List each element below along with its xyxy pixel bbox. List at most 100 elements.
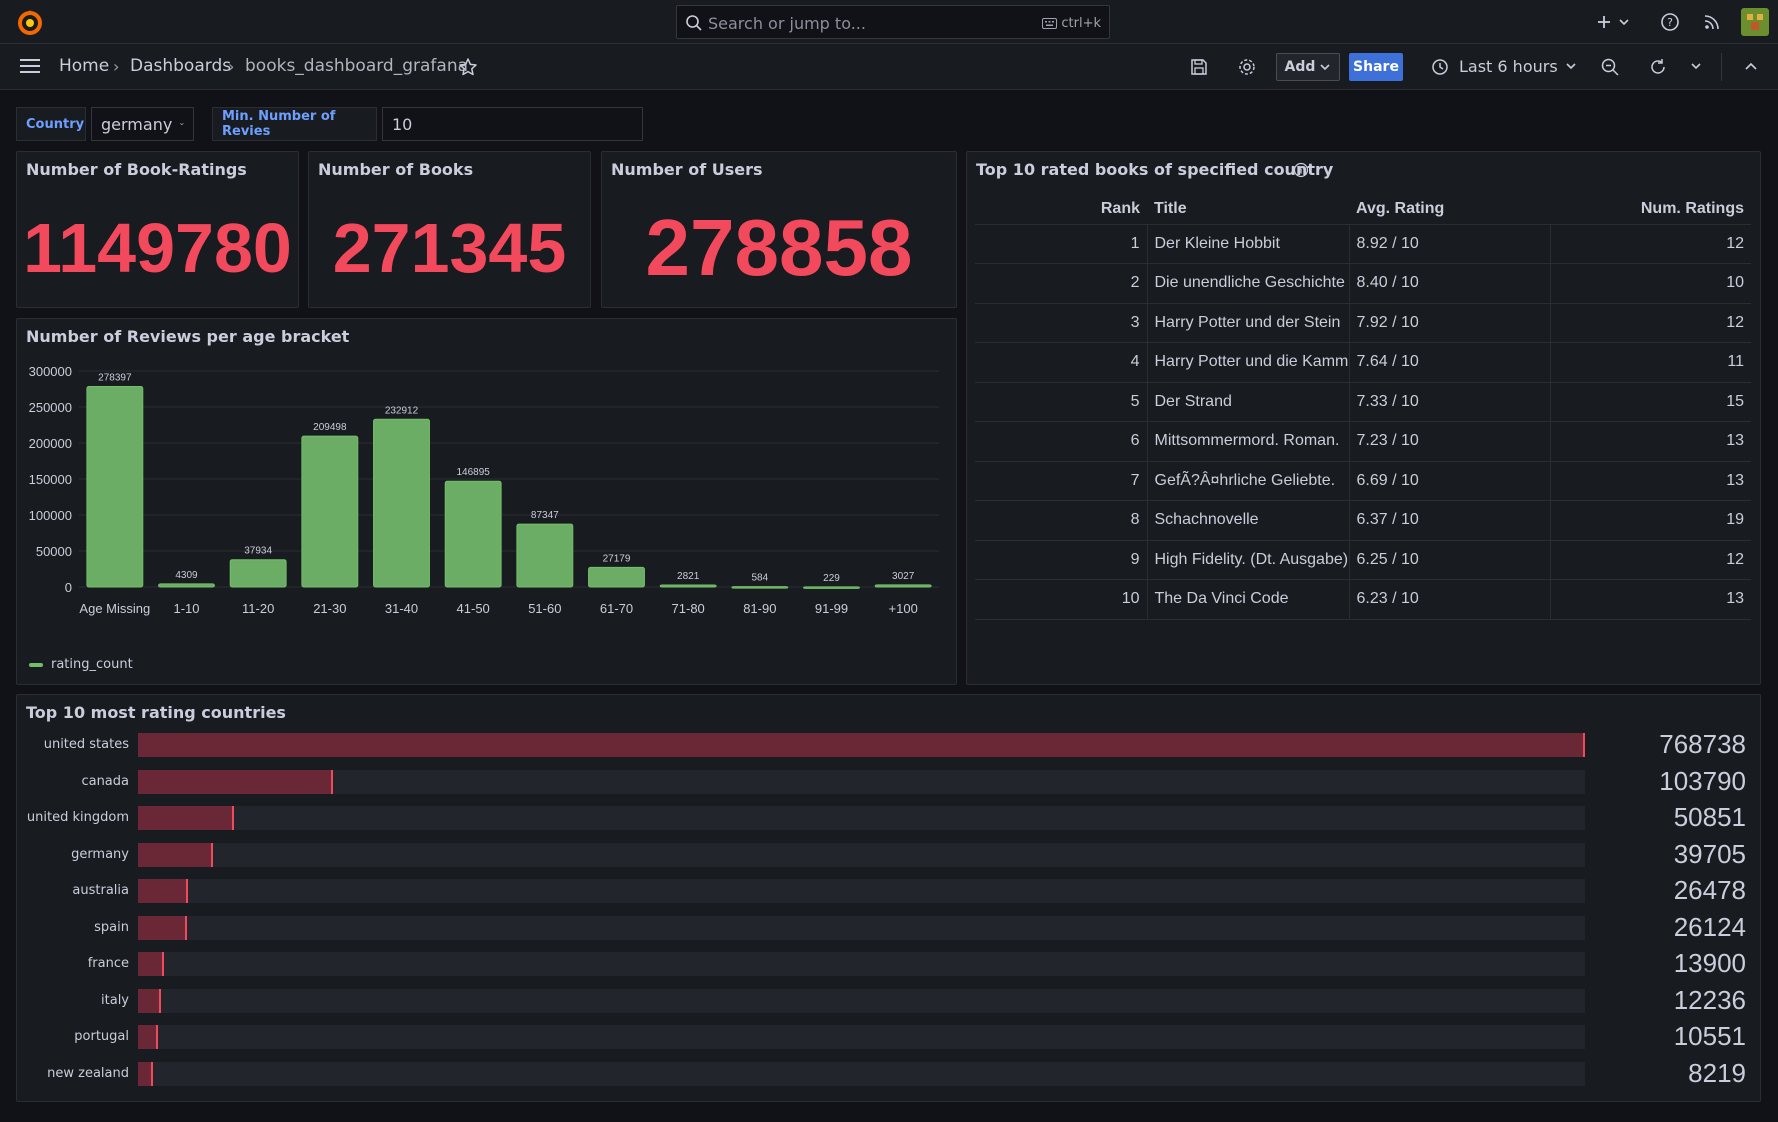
avatar[interactable] — [1741, 8, 1769, 36]
country-variable-label: Country — [16, 107, 86, 141]
top-books-panel: Top 10 rated books of specified country … — [966, 151, 1761, 685]
info-icon[interactable] — [1293, 162, 1309, 178]
country-value: 26124 — [1673, 911, 1746, 942]
country-label: germany — [71, 846, 129, 862]
bar-11-20[interactable] — [229, 559, 287, 588]
country-bar-track — [138, 879, 1585, 903]
legend-label: rating_count — [51, 657, 133, 672]
min-reviews-input[interactable]: 10 — [382, 107, 643, 141]
title-cell: Harry Potter und der Stein — [1147, 303, 1350, 343]
chevron-down-icon — [180, 123, 184, 126]
x-tick-label: 41-50 — [457, 601, 490, 616]
country-value: 103790 — [1659, 765, 1746, 796]
country-bar-track — [138, 1025, 1585, 1049]
star-icon[interactable] — [458, 57, 478, 77]
table-row[interactable]: 4 Harry Potter und die Kammer 7.64 / 10 11 — [975, 342, 1751, 383]
table-row[interactable]: 7 GefÃ?Â¤hrliche Geliebte. 6.69 / 10 13 — [975, 461, 1751, 501]
bar-41-50[interactable] — [444, 480, 502, 588]
column-header-title[interactable]: Title — [1147, 194, 1349, 225]
bar-data-label: 37934 — [244, 546, 272, 557]
y-tick-label: 0 — [65, 580, 72, 595]
country-bar-fill — [138, 988, 162, 1013]
country-value: 26478 — [1673, 875, 1746, 905]
bar-data-label: 229 — [823, 573, 840, 584]
help-icon[interactable]: ? — [1658, 10, 1682, 34]
y-tick-label: 50000 — [36, 544, 72, 559]
bar-61-70[interactable] — [588, 566, 645, 588]
chart-legend[interactable]: rating_count — [29, 657, 133, 672]
bar-81-90[interactable] — [731, 586, 789, 589]
share-button[interactable]: Share — [1349, 53, 1403, 81]
panel-title: Number of Users — [611, 160, 763, 179]
table-row[interactable]: 3 Harry Potter und der Stein 7.92 / 10 12 — [975, 303, 1751, 343]
bar-51-60[interactable] — [516, 523, 574, 588]
table-row[interactable]: 9 High Fidelity. (Dt. Ausgabe) 6.25 / 10 12 — [975, 540, 1751, 580]
chevron-up-icon[interactable] — [1744, 61, 1758, 71]
grafana-logo-icon[interactable] — [16, 8, 44, 36]
x-tick-label: 81-90 — [743, 601, 776, 616]
x-tick-label: 61-70 — [600, 601, 633, 616]
zoom-out-icon[interactable] — [1600, 57, 1620, 77]
country-label: united kingdom — [26, 810, 129, 825]
country-bar-gauge: united states 768738 canada 103790 united ki… — [17, 695, 1762, 1103]
y-tick-label: 300000 — [29, 364, 72, 379]
country-bar-track — [138, 952, 1585, 976]
bar-71-80[interactable] — [659, 584, 717, 588]
column-header-avg-rating[interactable]: Avg. Rating — [1349, 194, 1550, 225]
country-variable-select[interactable]: germany — [91, 107, 194, 141]
country-label: italy — [101, 992, 129, 1008]
bar-1-10[interactable] — [158, 583, 215, 588]
panel-title: Number of Books — [318, 160, 474, 179]
search-input[interactable]: Search or jump to... ctrl+k — [676, 5, 1110, 39]
country-bar-fill — [138, 806, 234, 830]
stat-value: 278858 — [645, 203, 913, 292]
num-ratings-cell: 11 — [1550, 342, 1751, 383]
avg-rating-cell: 6.25 / 10 — [1349, 540, 1551, 580]
bar-Age Missing[interactable] — [86, 386, 144, 588]
country-value: 10551 — [1673, 1021, 1746, 1051]
bar-data-label: 2821 — [677, 571, 700, 582]
chevron-down-icon[interactable] — [1565, 61, 1577, 71]
breadcrumb-dashboards[interactable]: Dashboards — [130, 56, 231, 76]
country-bar-track — [138, 733, 1585, 757]
table-row[interactable]: 10 The Da Vinci Code 6.23 / 10 13 — [975, 579, 1751, 620]
x-tick-label: 31-40 — [385, 601, 418, 616]
y-tick-label: 150000 — [29, 472, 72, 487]
num-ratings-cell: 12 — [1550, 224, 1751, 264]
min-reviews-variable-label: Min. Number of Revies — [212, 107, 377, 141]
breadcrumb-separator: › — [228, 57, 235, 76]
num-ratings-cell: 12 — [1550, 303, 1751, 343]
settings-gear-icon[interactable] — [1237, 57, 1257, 77]
bar-31-40[interactable] — [373, 418, 430, 588]
avg-rating-cell: 7.23 / 10 — [1349, 421, 1551, 462]
menu-icon[interactable] — [19, 56, 41, 76]
refresh-icon[interactable] — [1648, 57, 1668, 77]
avg-rating-cell: 7.92 / 10 — [1349, 303, 1551, 343]
add-button[interactable]: Add — [1276, 53, 1340, 81]
bar-data-label: 4309 — [175, 570, 198, 581]
column-header-num-ratings[interactable]: Num. Ratings — [1550, 194, 1751, 225]
breadcrumb-home[interactable]: Home — [59, 56, 109, 76]
bar-21-30[interactable] — [301, 435, 359, 588]
chevron-down-icon[interactable] — [1612, 10, 1636, 34]
table-row[interactable]: 1 Der Kleine Hobbit 8.92 / 10 12 — [975, 224, 1751, 264]
time-range-picker[interactable]: Last 6 hours — [1459, 57, 1558, 76]
num-ratings-cell: 10 — [1550, 263, 1751, 304]
title-cell: Harry Potter und die Kammer — [1147, 342, 1350, 383]
clock-icon — [1432, 59, 1448, 75]
save-icon[interactable] — [1189, 57, 1209, 77]
table-row[interactable]: 5 Der Strand 7.33 / 10 15 — [975, 382, 1751, 422]
chevron-down-icon[interactable] — [1690, 61, 1702, 71]
table-row[interactable]: 6 Mittsommermord. Roman. 7.23 / 10 13 — [975, 421, 1751, 462]
column-header-rank[interactable]: Rank — [975, 194, 1147, 225]
title-cell: Schachnovelle — [1147, 500, 1350, 541]
country-value: 13900 — [1673, 948, 1746, 978]
avg-rating-cell: 8.40 / 10 — [1349, 263, 1551, 304]
y-tick-label: 100000 — [29, 508, 72, 523]
rank-cell: 8 — [975, 500, 1148, 541]
table-row[interactable]: 8 Schachnovelle 6.37 / 10 19 — [975, 500, 1751, 541]
bar-91-99[interactable] — [803, 586, 860, 589]
rss-news-icon[interactable] — [1700, 10, 1724, 34]
bar-+100[interactable] — [874, 584, 932, 588]
table-row[interactable]: 2 Die unendliche Geschichte 8.40 / 10 10 — [975, 263, 1751, 304]
